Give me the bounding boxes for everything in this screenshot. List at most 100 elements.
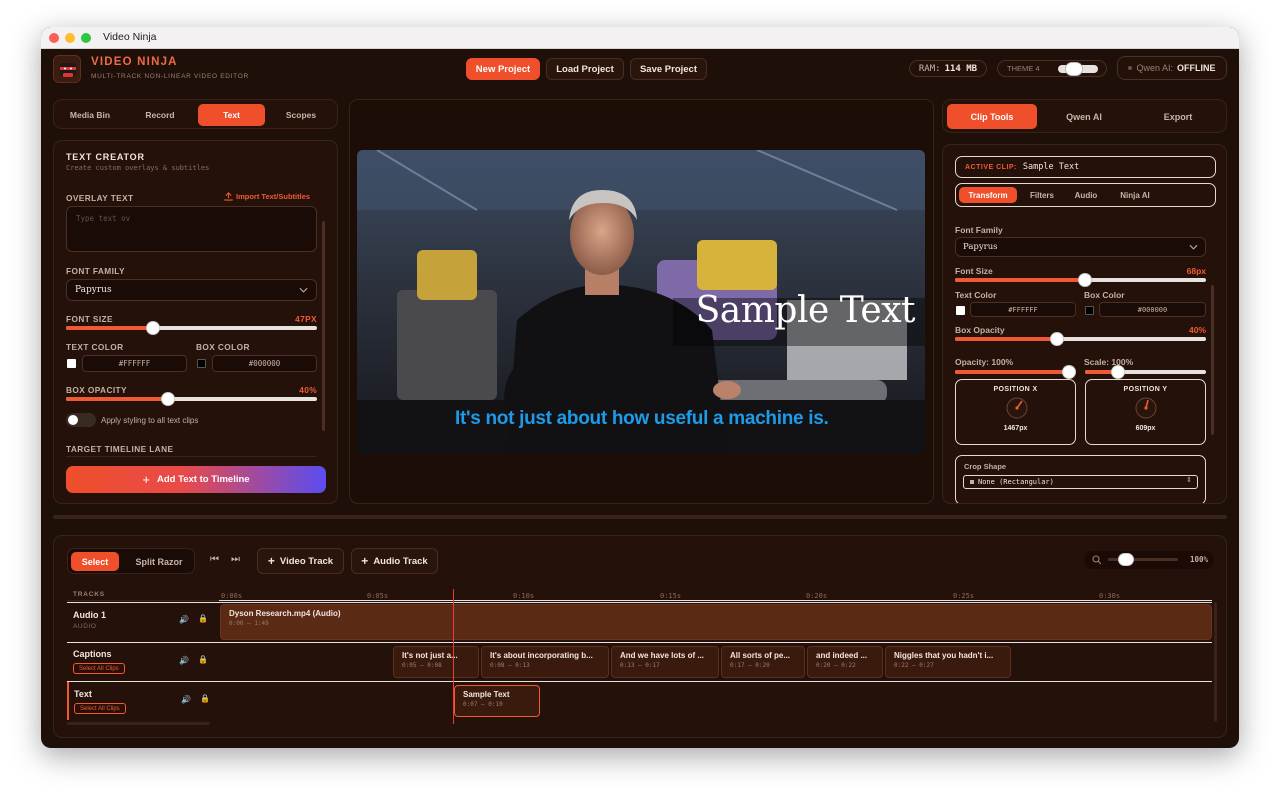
lock-icon[interactable]: 🔒 bbox=[198, 614, 208, 623]
chevron-down-icon bbox=[1189, 244, 1198, 250]
video-preview[interactable]: Sample Text It's not just about how usef… bbox=[357, 150, 925, 454]
left-tab-bar: Media Bin Record Text Scopes bbox=[53, 99, 338, 129]
ct-font-family-select[interactable]: Papyrus bbox=[955, 237, 1206, 257]
scrollbar[interactable] bbox=[322, 221, 325, 431]
ct-box-opacity-knob[interactable] bbox=[1050, 333, 1063, 345]
minimize-window-button[interactable] bbox=[65, 33, 75, 43]
theme-switcher[interactable]: THEME 4 bbox=[997, 60, 1107, 77]
box-opacity-knob[interactable] bbox=[161, 393, 174, 405]
select-tool-button[interactable]: Select bbox=[71, 552, 119, 571]
select-all-clips-button[interactable]: Select All Clips bbox=[73, 663, 125, 674]
box-color-swatch[interactable] bbox=[197, 359, 206, 368]
select-all-clips-button[interactable]: Select All Clips bbox=[74, 703, 126, 714]
position-x-control[interactable]: POSITION X 1467px bbox=[955, 379, 1076, 445]
position-x-label: POSITION X bbox=[993, 386, 1038, 393]
add-audio-track-button[interactable]: + Audio Track bbox=[351, 548, 438, 574]
tab-qwen-ai[interactable]: Qwen AI bbox=[1039, 104, 1129, 129]
ct-box-opacity-slider[interactable] bbox=[955, 333, 1206, 345]
playhead[interactable] bbox=[453, 589, 454, 724]
save-project-button[interactable]: Save Project bbox=[630, 58, 707, 80]
resize-handle[interactable] bbox=[53, 515, 1227, 519]
ct-font-size-slider[interactable] bbox=[955, 274, 1206, 286]
scale-slider[interactable] bbox=[1085, 366, 1206, 378]
maximize-window-button[interactable] bbox=[81, 33, 91, 43]
load-project-button[interactable]: Load Project bbox=[546, 58, 624, 80]
ct-font-size-knob[interactable] bbox=[1079, 274, 1092, 286]
ct-font-size-value: 68px bbox=[1186, 266, 1206, 276]
ai-status: Qwen AI: OFFLINE bbox=[1117, 56, 1227, 80]
dial-icon[interactable] bbox=[1135, 397, 1157, 419]
import-subtitles-link[interactable]: Import Text/Subtitles bbox=[224, 192, 310, 201]
tab-clip-tools[interactable]: Clip Tools bbox=[947, 104, 1037, 129]
split-razor-button[interactable]: Split Razor bbox=[125, 552, 193, 571]
opacity-knob[interactable] bbox=[1063, 366, 1075, 378]
theme-slider-knob[interactable] bbox=[1066, 63, 1082, 75]
ct-box-opacity-value: 40% bbox=[1188, 325, 1206, 335]
tab-media-bin[interactable]: Media Bin bbox=[58, 104, 122, 126]
box-opacity-fill bbox=[66, 397, 167, 401]
new-project-button[interactable]: New Project bbox=[466, 58, 540, 80]
font-size-knob[interactable] bbox=[147, 322, 160, 334]
crop-shape-select[interactable]: None (Rectangular) ⇕ bbox=[963, 475, 1198, 489]
caption-clip[interactable]: Niggles that you hadn't i... 0:22 – 0:27 bbox=[885, 646, 1011, 678]
text-color-swatch[interactable] bbox=[67, 359, 76, 368]
tab-export[interactable]: Export bbox=[1133, 104, 1223, 129]
close-window-button[interactable] bbox=[49, 33, 59, 43]
text-clip[interactable]: Sample Text 0:07 – 0:10 bbox=[454, 685, 540, 717]
vertical-scrollbar[interactable] bbox=[1214, 602, 1217, 722]
row-divider bbox=[67, 681, 1212, 682]
caption-clip[interactable]: It's not just a... 0:05 – 0:08 bbox=[393, 646, 479, 678]
apply-all-toggle[interactable] bbox=[66, 413, 96, 427]
speaker-icon[interactable]: 🔊 bbox=[181, 695, 191, 704]
tab-record[interactable]: Record bbox=[128, 104, 192, 126]
speaker-icon[interactable]: 🔊 bbox=[179, 656, 189, 665]
subtab-filters[interactable]: Filters bbox=[1020, 187, 1064, 203]
caption-clip[interactable]: It's about incorporating b... 0:08 – 0:13 bbox=[481, 646, 609, 678]
add-text-button[interactable]: + Add Text to Timeline bbox=[66, 466, 326, 493]
skip-back-icon[interactable]: ⏮ bbox=[210, 554, 219, 565]
app-logo bbox=[53, 55, 81, 83]
track-header-captions[interactable]: Captions Select All Clips 🔊 🔒 bbox=[67, 643, 219, 681]
caption-clip[interactable]: and indeed ... 0:20 – 0:22 bbox=[807, 646, 883, 678]
track-header-text[interactable]: Text Select All Clips 🔊 🔒 bbox=[67, 682, 219, 720]
track-header-audio[interactable]: Audio 1 AUDIO 🔊 🔒 bbox=[67, 603, 219, 641]
theme-slider[interactable] bbox=[1058, 63, 1098, 75]
box-color-hex-input[interactable]: #000000 bbox=[212, 355, 317, 372]
ruler-tick: 0:10s bbox=[513, 592, 535, 600]
zoom-knob[interactable] bbox=[1119, 554, 1134, 565]
ct-box-color-hex-input[interactable]: #000000 bbox=[1099, 302, 1206, 317]
speaker-icon[interactable]: 🔊 bbox=[179, 615, 189, 624]
audio-clip[interactable]: Dyson Research.mp4 (Audio) 0:00 – 1:49 bbox=[220, 604, 1212, 640]
box-opacity-slider[interactable] bbox=[66, 393, 317, 405]
overlay-text-input[interactable]: Type text ov bbox=[66, 206, 317, 252]
skip-forward-icon[interactable]: ⏭ bbox=[231, 554, 240, 565]
add-video-track-button[interactable]: + Video Track bbox=[257, 548, 344, 574]
lock-icon[interactable]: 🔒 bbox=[200, 694, 210, 703]
opacity-slider[interactable] bbox=[955, 366, 1075, 378]
overlay-text[interactable]: Sample Text bbox=[677, 290, 916, 331]
tab-scopes[interactable]: Scopes bbox=[269, 104, 333, 126]
horizontal-scrollbar[interactable] bbox=[67, 722, 210, 725]
clip-tools-scrollbar[interactable] bbox=[1211, 285, 1214, 435]
text-color-hex-input[interactable]: #FFFFFF bbox=[82, 355, 187, 372]
ct-text-color-swatch[interactable] bbox=[956, 306, 965, 315]
scale-knob[interactable] bbox=[1112, 366, 1125, 378]
time-ruler[interactable]: 0:00s 0:05s 0:10s 0:15s 0:20s 0:25s 0:30… bbox=[219, 589, 1212, 601]
subtitle-text[interactable]: It's not just about how useful a machine… bbox=[455, 408, 829, 430]
font-family-select[interactable]: Papyrus bbox=[66, 279, 317, 301]
dial-icon[interactable] bbox=[1006, 397, 1028, 419]
caption-clip[interactable]: And we have lots of ... 0:13 – 0:17 bbox=[611, 646, 719, 678]
lock-icon[interactable]: 🔒 bbox=[198, 655, 208, 664]
subtab-ninja-ai[interactable]: Ninja AI bbox=[1108, 187, 1162, 203]
ct-text-color-hex-input[interactable]: #FFFFFF bbox=[970, 302, 1076, 317]
caption-clip[interactable]: All sorts of pe... 0:17 – 0:20 bbox=[721, 646, 805, 678]
font-size-slider[interactable] bbox=[66, 322, 317, 334]
tab-text[interactable]: Text bbox=[198, 104, 265, 126]
scale-label: Scale: 100% bbox=[1084, 357, 1134, 367]
ct-box-color-swatch[interactable] bbox=[1085, 306, 1094, 315]
position-y-control[interactable]: POSITION Y 609px bbox=[1085, 379, 1206, 445]
box-color-label: BOX COLOR bbox=[196, 342, 250, 352]
zoom-slider[interactable] bbox=[1108, 554, 1178, 565]
subtab-audio[interactable]: Audio bbox=[1066, 187, 1106, 203]
subtab-transform[interactable]: Transform bbox=[959, 187, 1017, 203]
